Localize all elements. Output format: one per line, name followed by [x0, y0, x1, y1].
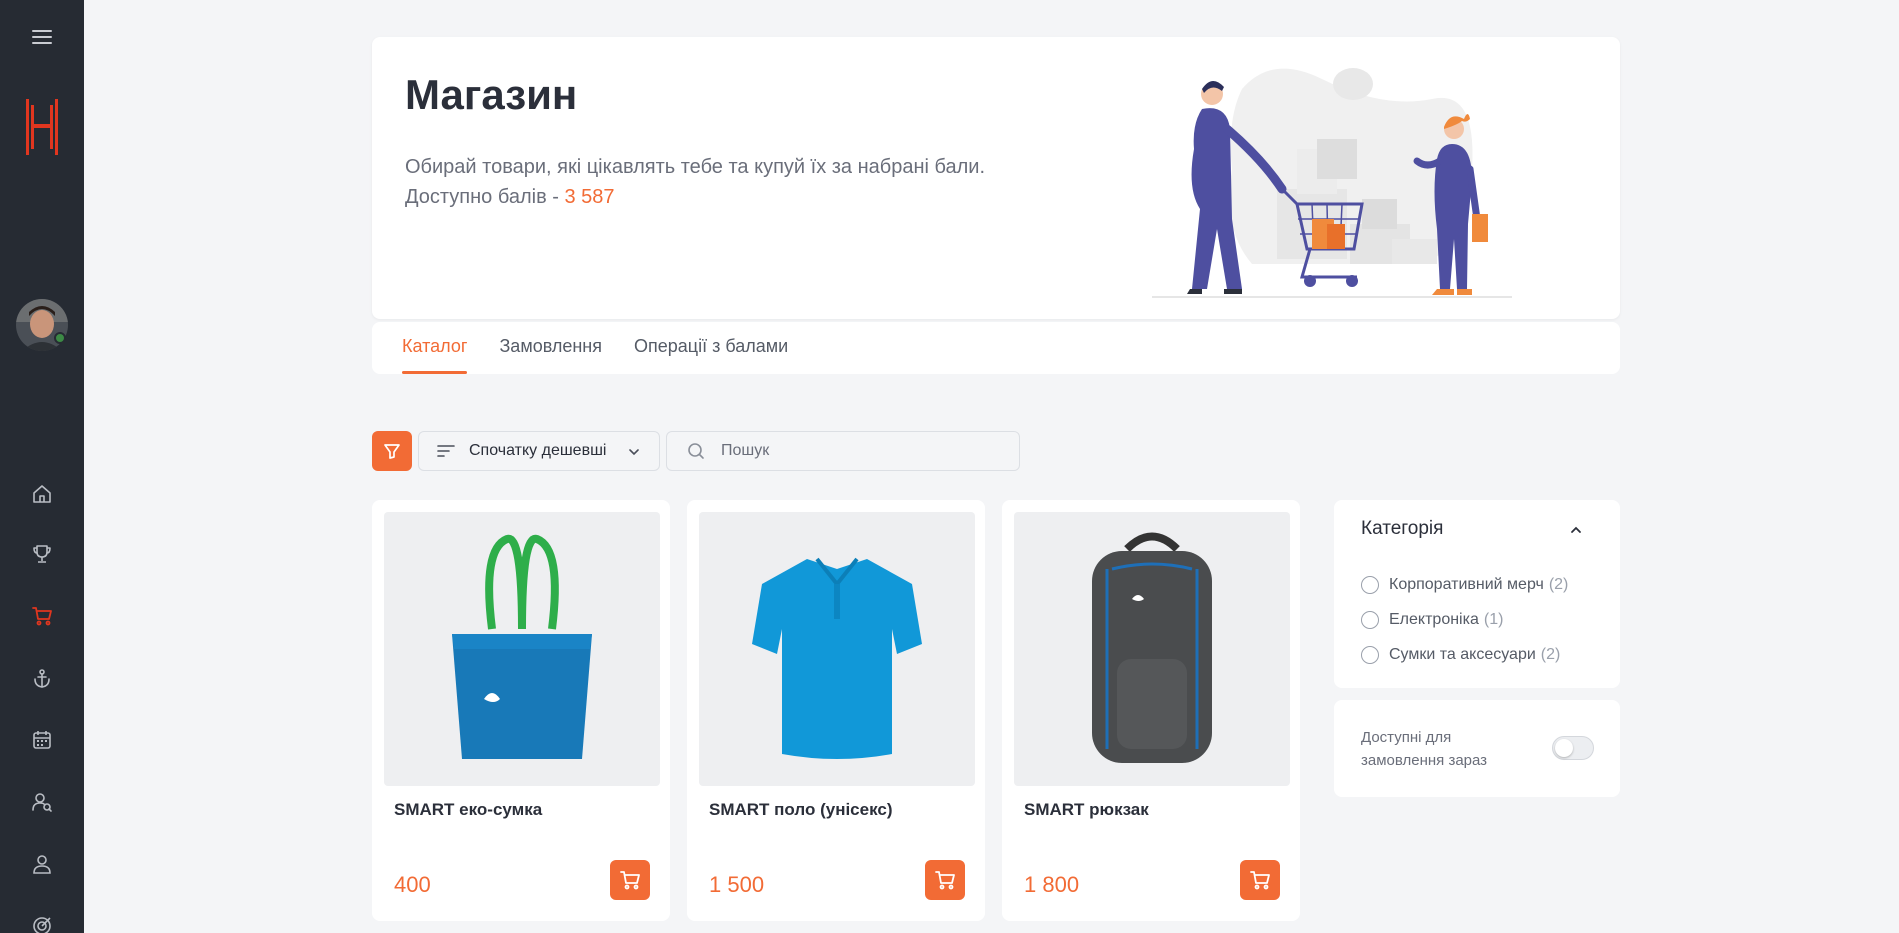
page-title: Магазин — [405, 71, 578, 118]
avatar[interactable] — [0, 296, 84, 354]
category-count: (2) — [1548, 575, 1569, 593]
category-option[interactable]: Корпоративний мерч (2) — [1361, 567, 1568, 602]
chevron-up-icon[interactable] — [1568, 522, 1584, 538]
polo-shirt-image — [752, 557, 922, 759]
category-label: Електроніка — [1389, 610, 1479, 628]
search-icon — [688, 443, 704, 459]
calendar-icon[interactable] — [0, 728, 84, 752]
category-label: Корпоративний мерч — [1389, 575, 1544, 593]
category-count: (2) — [1540, 645, 1561, 663]
points-line: Доступно балів - 3 587 — [405, 182, 985, 212]
sort-dropdown[interactable]: Спочатку дешевші — [418, 431, 660, 471]
chevron-down-icon — [629, 449, 639, 456]
category-filter-panel: Категорія Корпоративний мерч (2) Електро… — [1334, 500, 1620, 688]
category-radio[interactable] — [1361, 575, 1379, 594]
shop-description-text: Обирай товари, які цікавлять тебе та куп… — [405, 156, 986, 178]
home-icon[interactable] — [0, 482, 84, 506]
category-count: (1) — [1483, 610, 1504, 628]
product-card[interactable]: SMART поло (унісекс) 1 500 — [687, 500, 985, 921]
product-card[interactable]: SMART еко-сумка 400 — [372, 500, 670, 921]
cart-icon — [620, 871, 640, 890]
availability-filter-panel: Доступні для замовлення зараз — [1334, 700, 1620, 797]
sort-label: Спочатку дешевші — [469, 442, 607, 459]
anchor-icon[interactable] — [0, 666, 84, 690]
product-image[interactable] — [1014, 512, 1290, 786]
add-to-cart-button[interactable] — [1240, 860, 1280, 900]
cart-icon[interactable] — [0, 604, 84, 628]
tab-orders[interactable]: Замовлення — [499, 322, 602, 374]
sort-icon — [437, 445, 455, 457]
category-label: Сумки та аксесуари — [1389, 645, 1536, 663]
points-label: Доступно балів - — [405, 186, 565, 208]
tab-catalog[interactable]: Каталог — [402, 322, 468, 374]
product-image[interactable] — [699, 512, 975, 786]
shop-tabs: Каталог Замовлення Операції з балами — [372, 322, 1620, 374]
product-price: 1 500 — [709, 872, 765, 897]
shop-header-card: Магазин Обирай товари, які цікавлять теб… — [372, 37, 1620, 319]
availability-toggle[interactable] — [1552, 736, 1594, 760]
eco-bag-image — [452, 534, 592, 759]
brand-logo-icon[interactable] — [0, 95, 84, 159]
filter-button[interactable] — [372, 431, 412, 471]
category-radio[interactable] — [1361, 645, 1379, 664]
trophy-icon[interactable] — [0, 542, 84, 566]
hamburger-icon[interactable] — [0, 22, 84, 52]
search-input[interactable] — [721, 442, 1001, 460]
product-price: 400 — [394, 872, 431, 897]
target-icon[interactable] — [0, 914, 84, 933]
product-image[interactable] — [384, 512, 660, 786]
cart-icon — [935, 871, 955, 890]
tab-points-operations[interactable]: Операції з балами — [634, 322, 788, 374]
backpack-image — [1092, 532, 1212, 763]
product-price: 1 800 — [1024, 872, 1080, 897]
sidebar — [0, 0, 84, 933]
product-name: SMART поло (унісекс) — [709, 800, 893, 819]
product-name: SMART рюкзак — [1024, 800, 1149, 819]
category-option[interactable]: Сумки та аксесуари (2) — [1361, 637, 1568, 672]
category-radio[interactable] — [1361, 610, 1379, 629]
shop-description: Обирай товари, які цікавлять тебе та куп… — [405, 152, 985, 212]
category-title: Категорія — [1361, 518, 1444, 539]
shopping-illustration — [1152, 68, 1512, 298]
search-box — [666, 431, 1020, 471]
cart-icon — [1250, 871, 1270, 890]
product-card[interactable]: SMART рюкзак 1 800 — [1002, 500, 1300, 921]
filter-icon — [384, 444, 400, 459]
points-value: 3 587 — [564, 186, 615, 208]
toggle-knob — [1555, 739, 1573, 757]
add-to-cart-button[interactable] — [610, 860, 650, 900]
user-icon[interactable] — [0, 852, 84, 876]
add-to-cart-button[interactable] — [925, 860, 965, 900]
availability-label: Доступні для замовлення зараз — [1361, 729, 1488, 769]
people-search-icon[interactable] — [0, 790, 84, 814]
category-option[interactable]: Електроніка (1) — [1361, 602, 1568, 637]
product-name: SMART еко-сумка — [394, 800, 543, 819]
category-list: Корпоративний мерч (2) Електроніка (1) С… — [1361, 567, 1568, 672]
